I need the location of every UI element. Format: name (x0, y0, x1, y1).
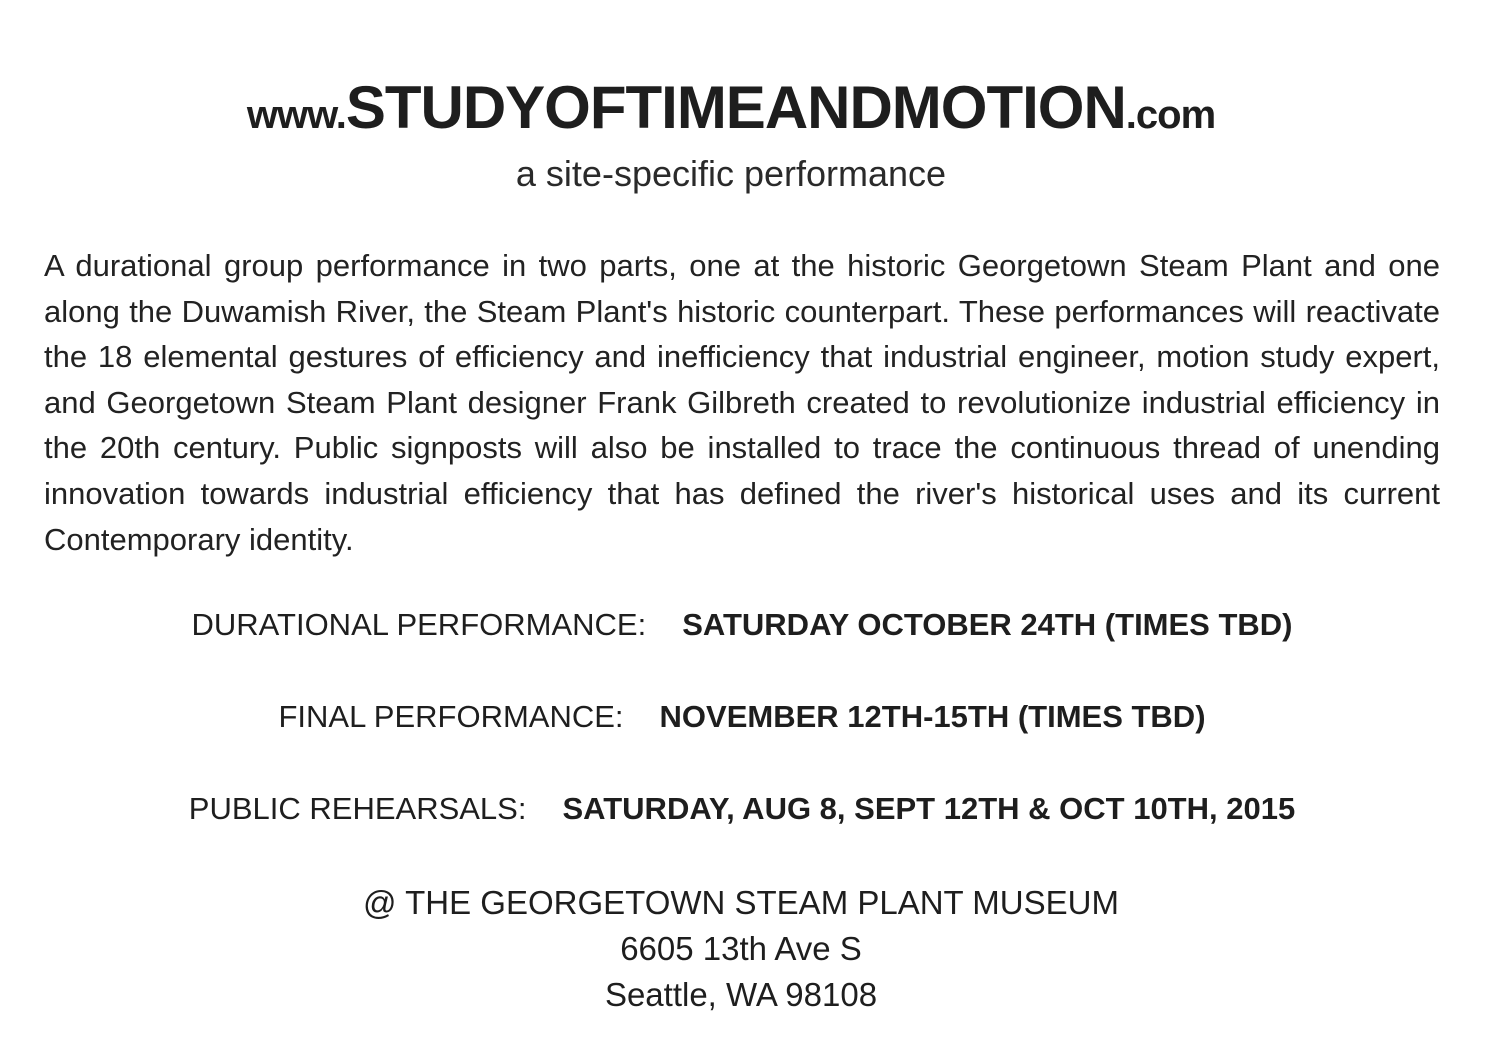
url-main: STUDYOFTIMEANDMOTION (345, 74, 1127, 141)
schedule-value: SATURDAY, AUG 8, SEPT 12TH & OCT 10TH, 2… (562, 791, 1296, 826)
site-url-title: www.STUDYOFTIMEANDMOTION.com (0, 78, 1462, 138)
schedule-row-rehearsals: PUBLIC REHEARSALS: SATURDAY, AUG 8, SEPT … (0, 790, 1484, 827)
url-suffix: .com (1125, 93, 1216, 137)
subtitle: a site-specific performance (515, 153, 947, 194)
schedule-label: PUBLIC REHEARSALS: (188, 791, 527, 826)
url-prefix: www. (246, 93, 347, 137)
venue-city: Seattle, WA 98108 (604, 976, 878, 1013)
schedule-row-durational: DURATIONAL PERFORMANCE: SATURDAY OCTOBER … (0, 606, 1484, 643)
description-paragraph: A durational group performance in two pa… (44, 248, 1440, 557)
venue-block: @ THE GEORGETOWN STEAM PLANT MUSEUM 6605… (0, 880, 1482, 1018)
flyer-page: www.STUDYOFTIMEANDMOTION.com a site-spec… (0, 0, 1500, 1050)
venue-street: 6605 13th Ave S (620, 930, 862, 967)
schedule-value: NOVEMBER 12TH-15TH (TIMES TBD) (659, 699, 1206, 734)
schedule-value: SATURDAY OCTOBER 24TH (TIMES TBD) (682, 607, 1293, 642)
schedule-row-final: FINAL PERFORMANCE: NOVEMBER 12TH-15TH (TI… (0, 698, 1484, 735)
schedule-label: FINAL PERFORMANCE: (278, 699, 624, 734)
venue-name: @ THE GEORGETOWN STEAM PLANT MUSEUM (363, 884, 1119, 921)
schedule-label: DURATIONAL PERFORMANCE: (191, 607, 647, 642)
